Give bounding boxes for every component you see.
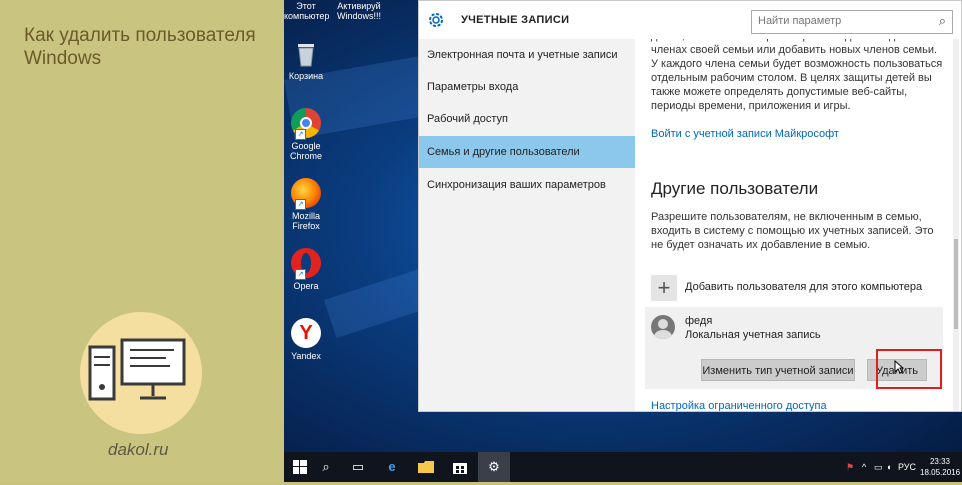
computer-illustration-icon	[80, 312, 202, 434]
network-icon[interactable]: ▭	[874, 452, 883, 482]
other-users-heading: Другие пользователи	[651, 179, 819, 198]
settings-content: детям, позволив вам просматривать здесь …	[635, 39, 953, 411]
settings-window: УЧЕТНЫЕ ЗАПИСИ ⌕ Электронная почта и уче…	[418, 0, 962, 412]
opera-icon: ↗	[291, 248, 321, 280]
file-explorer-icon[interactable]	[410, 452, 442, 482]
store-icon[interactable]	[444, 452, 476, 482]
family-description: детям, позволив вам просматривать здесь …	[651, 39, 943, 112]
nav-item-family[interactable]: Семья и другие пользователи	[419, 136, 635, 168]
task-view-icon[interactable]: ▭	[342, 452, 374, 482]
article-panel: Как удалить пользователя Windows dakol.r…	[0, 0, 284, 482]
clock-date: 18.05.2016	[920, 468, 961, 477]
nav-item-work-access[interactable]: Рабочий доступ	[419, 103, 635, 135]
nav-item-sync[interactable]: Синхронизация ваших параметров	[419, 169, 635, 201]
settings-nav: Электронная почта и учетные записи Парам…	[419, 39, 635, 411]
gear-icon	[427, 11, 445, 29]
restricted-access-link[interactable]: Настройка ограниченного доступа	[651, 400, 827, 411]
desktop-icon-firefox[interactable]: ↗ Mozilla Firefox	[284, 178, 328, 231]
plus-icon: +	[651, 275, 677, 301]
recycle-bin-icon	[291, 38, 321, 68]
chevron-up-icon[interactable]: ^	[862, 452, 866, 482]
article-title: Как удалить пользователя Windows	[24, 25, 256, 69]
settings-taskbar-icon[interactable]: ⚙	[478, 452, 510, 482]
desktop-icon-opera[interactable]: ↗ Opera	[284, 248, 328, 291]
yandex-icon: Y	[291, 318, 321, 348]
desktop-icon-yandex[interactable]: Y Yandex	[284, 318, 328, 361]
desktop-icon-recycle-bin[interactable]: Корзина	[284, 38, 328, 81]
mouse-cursor-icon	[894, 359, 905, 374]
user-name: федя	[685, 315, 713, 327]
firefox-icon: ↗	[291, 178, 321, 210]
taskbar: ⌕ ▭ e ⚙ ⚑ ^ ▭ ◖ РУС 23:33 18.05.2016	[284, 452, 962, 482]
notification-flag-icon[interactable]: ⚑	[846, 452, 854, 482]
add-user-label: Добавить пользователя для этого компьюте…	[685, 281, 923, 293]
microsoft-signin-link[interactable]: Войти с учетной записи Майкрософт	[651, 128, 839, 140]
settings-titlebar: УЧЕТНЫЕ ЗАПИСИ ⌕	[419, 1, 961, 39]
desktop-label-activate[interactable]: Активируй Windows!!!	[334, 1, 384, 21]
nav-item-email[interactable]: Электронная почта и учетные записи	[419, 39, 635, 71]
chrome-icon: ↗	[291, 108, 321, 140]
settings-search[interactable]: ⌕	[751, 10, 953, 34]
user-account-type: Локальная учетная запись	[685, 329, 821, 341]
desktop-icon-chrome[interactable]: ↗ Google Chrome	[284, 108, 328, 161]
clock[interactable]: 23:33 18.05.2016	[920, 456, 960, 478]
add-user-button[interactable]: + Добавить пользователя для этого компью…	[651, 275, 941, 301]
volume-icon[interactable]: ◖	[886, 452, 891, 482]
search-taskbar-icon[interactable]: ⌕	[310, 452, 342, 482]
avatar	[651, 315, 675, 339]
clock-time: 23:33	[929, 457, 951, 466]
edge-icon[interactable]: e	[376, 452, 408, 482]
settings-title: УЧЕТНЫЕ ЗАПИСИ	[461, 14, 570, 26]
desktop-label-computer[interactable]: Этот компьютер	[284, 1, 329, 21]
nav-item-sign-in[interactable]: Параметры входа	[419, 71, 635, 103]
scrollbar-thumb[interactable]	[954, 239, 958, 329]
search-icon[interactable]: ⌕	[939, 13, 946, 29]
language-indicator[interactable]: РУС	[898, 452, 916, 482]
search-input[interactable]	[752, 11, 928, 31]
change-account-type-button[interactable]: Изменить тип учетной записи	[701, 359, 855, 381]
user-card[interactable]: федя Локальная учетная запись Изменить т…	[645, 307, 943, 389]
site-name: dakol.ru	[108, 440, 169, 459]
content-scrollbar[interactable]	[953, 39, 959, 411]
other-users-description: Разрешите пользователям, не включенным в…	[651, 211, 934, 251]
